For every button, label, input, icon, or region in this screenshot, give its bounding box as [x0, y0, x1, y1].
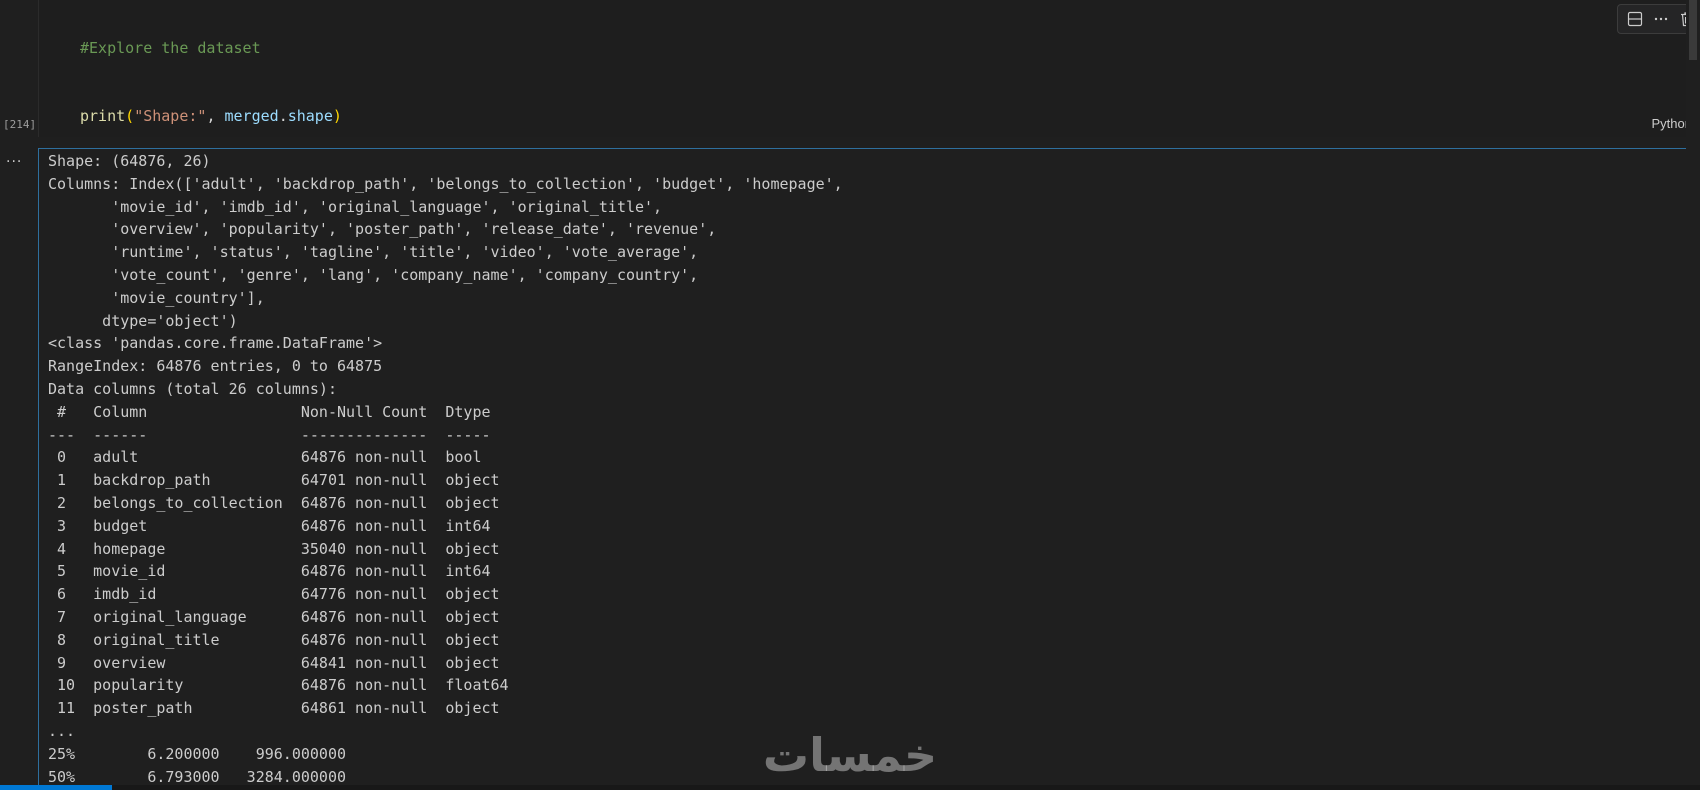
- scrollbar-thumb[interactable]: [1689, 0, 1697, 60]
- status-bar: [0, 785, 1700, 790]
- code-comment: #Explore the dataset: [80, 39, 261, 57]
- more-actions-icon[interactable]: [1650, 8, 1672, 30]
- code-editor[interactable]: #Explore the dataset print("Shape:", mer…: [39, 0, 1700, 327]
- vertical-scrollbar[interactable]: [1686, 0, 1700, 790]
- code-token: .: [278, 106, 288, 125]
- code-token: merged: [224, 106, 279, 125]
- code-line-2: print("Shape:", merged.shape): [80, 105, 378, 128]
- code-token: "Shape:": [134, 106, 207, 125]
- notebook-view: [214] ... #Explore the dataset print("Sh…: [0, 0, 1700, 790]
- watermark-text: خمسات: [763, 728, 937, 782]
- output-actions-button[interactable]: ...: [6, 150, 22, 166]
- code-cell[interactable]: #Explore the dataset print("Shape:", mer…: [38, 0, 1700, 327]
- code-token: ): [332, 106, 342, 125]
- code-token: ,: [206, 106, 225, 125]
- code-token: print: [80, 106, 126, 125]
- output-text: Shape: (64876, 26) Columns: Index(['adul…: [48, 152, 843, 786]
- code-token: shape: [287, 106, 333, 125]
- cell-output: Shape: (64876, 26) Columns: Index(['adul…: [38, 148, 1700, 790]
- status-bar-remote-indicator[interactable]: [0, 785, 112, 790]
- khamsat-watermark-logo: خمسات: [763, 728, 937, 782]
- execution-count: [214]: [3, 118, 37, 131]
- code-line-1: #Explore the dataset: [80, 37, 378, 60]
- cell-gutter: [214] ...: [0, 0, 38, 790]
- code-token: (: [125, 106, 135, 125]
- split-cell-icon[interactable]: [1624, 8, 1646, 30]
